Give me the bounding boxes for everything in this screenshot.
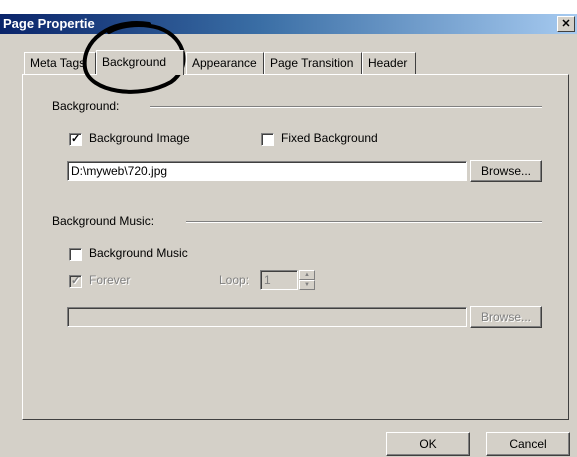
music-path-field[interactable] [67,307,467,327]
spin-down-icon[interactable]: ▼ [299,280,315,290]
background-group-heading: Background: [52,99,120,113]
background-group-divider [150,106,542,108]
checkmark-icon: ✓ [71,275,81,287]
forever-checkbox[interactable]: ✓ [69,275,82,288]
cancel-button[interactable]: Cancel [486,432,570,456]
background-image-path-field[interactable]: D:\myweb\720.jpg [67,161,467,181]
loop-label: Loop: [219,273,250,287]
checkmark-icon: ✓ [71,133,81,145]
forever-label: Forever [89,273,131,287]
music-group-divider [186,221,542,223]
spin-up-icon[interactable]: ▲ [299,270,315,280]
browse-image-button[interactable]: Browse... [470,160,542,182]
loop-count-field[interactable]: 1 [260,270,298,290]
background-image-label[interactable]: Background Image [89,131,190,145]
background-music-label[interactable]: Background Music [89,246,188,260]
tab-header[interactable]: Header [362,52,416,74]
loop-spinner[interactable]: ▲ ▼ [299,270,315,290]
screen-top-border [0,0,577,14]
background-image-checkbox[interactable]: ✓ [69,133,82,146]
fixed-background-checkbox[interactable] [261,133,274,146]
tab-page-transition[interactable]: Page Transition [264,52,362,74]
ok-button[interactable]: OK [386,432,470,456]
music-group-heading: Background Music: [52,214,155,228]
background-music-checkbox[interactable] [69,248,82,261]
browse-music-button[interactable]: Browse... [470,306,542,328]
tab-appearance[interactable]: Appearance [186,52,264,74]
close-button[interactable]: ✕ [557,16,575,32]
tab-background[interactable]: Background [96,50,184,75]
fixed-background-label[interactable]: Fixed Background [281,131,378,145]
